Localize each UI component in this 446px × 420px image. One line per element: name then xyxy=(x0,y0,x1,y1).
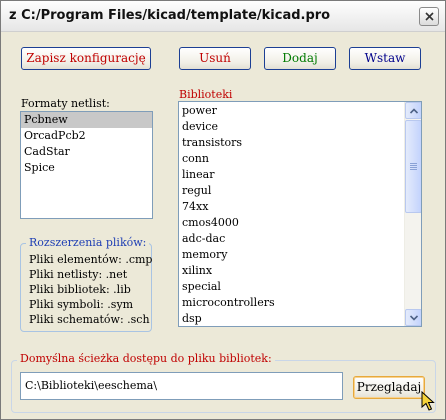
save-config-button[interactable]: Zapisz konfigurację xyxy=(21,47,151,70)
extension-line: Pliki schematów: .sch xyxy=(29,313,150,326)
extension-line: Pliki symboli: .sym xyxy=(29,298,134,311)
scroll-down-button[interactable] xyxy=(405,309,421,326)
library-item[interactable]: microcontrollers xyxy=(179,295,405,311)
netlist-formats-label: Formaty netlist: xyxy=(21,97,110,110)
extension-line: Pliki netlisty: .net xyxy=(29,268,128,281)
library-item[interactable]: transistors xyxy=(179,135,405,151)
library-item[interactable]: cmos4000 xyxy=(179,215,405,231)
libraries-label: Biblioteki xyxy=(179,88,233,101)
scroll-thumb[interactable] xyxy=(405,120,421,213)
chevron-up-icon xyxy=(410,108,418,114)
netlist-format-item[interactable]: OrcadPcb2 xyxy=(21,128,152,144)
library-item[interactable]: device xyxy=(179,119,405,135)
extension-line: Pliki bibliotek: .lib xyxy=(29,283,131,296)
library-item[interactable]: xilinx xyxy=(179,263,405,279)
close-button[interactable] xyxy=(419,7,439,26)
chevron-down-icon xyxy=(410,315,418,321)
library-item[interactable]: dsp xyxy=(179,311,405,326)
libraries-scrollbar[interactable] xyxy=(404,102,421,326)
add-button[interactable]: Dodaj xyxy=(264,47,336,70)
netlist-format-item[interactable]: Spice xyxy=(21,160,152,176)
window-title: z C:/Program Files/kicad/template/kicad.… xyxy=(9,8,331,23)
library-item[interactable]: power xyxy=(179,103,405,119)
library-item[interactable]: conn xyxy=(179,151,405,167)
title-bar[interactable]: z C:/Program Files/kicad/template/kicad.… xyxy=(1,1,445,32)
file-extensions-title: Rozszerzenia plików: xyxy=(26,236,150,249)
netlist-format-item[interactable]: CadStar xyxy=(21,144,152,160)
dialog-window: z C:/Program Files/kicad/template/kicad.… xyxy=(0,0,446,420)
library-item[interactable]: 74xx xyxy=(179,199,405,215)
netlist-formats-list[interactable]: Pcbnew OrcadPcb2 CadStar Spice xyxy=(20,111,153,219)
browse-button[interactable]: Przeglądaj xyxy=(353,376,425,399)
delete-button[interactable]: Usuń xyxy=(179,47,251,70)
library-path-input[interactable]: C:\Biblioteki\eeschema\ xyxy=(20,372,343,400)
mouse-cursor-icon xyxy=(421,391,435,411)
library-path-title: Domyślna ścieżka dostępu do pliku biblio… xyxy=(17,352,275,365)
library-item[interactable]: special xyxy=(179,279,405,295)
scroll-up-button[interactable] xyxy=(405,102,421,119)
library-item[interactable]: adc-dac xyxy=(179,231,405,247)
insert-button[interactable]: Wstaw xyxy=(349,47,421,70)
library-item[interactable]: memory xyxy=(179,247,405,263)
close-icon xyxy=(425,12,434,21)
extension-line: Pliki elementów: .cmp xyxy=(29,253,153,266)
library-item[interactable]: linear xyxy=(179,167,405,183)
library-item[interactable]: regul xyxy=(179,183,405,199)
libraries-list[interactable]: power device transistors conn linear reg… xyxy=(178,101,422,327)
netlist-format-item[interactable]: Pcbnew xyxy=(21,112,152,128)
